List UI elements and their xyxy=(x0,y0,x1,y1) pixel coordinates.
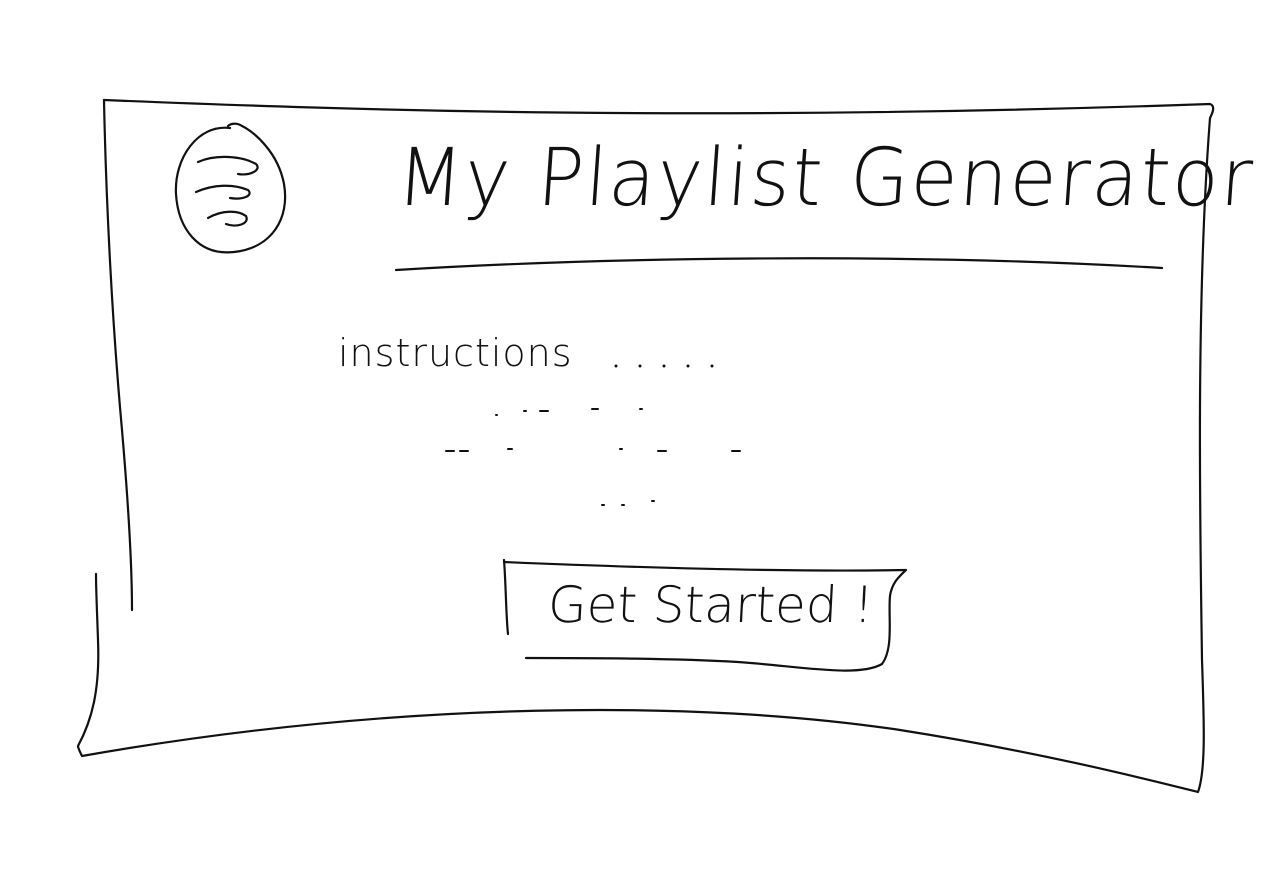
get-started-button-label: Get Started ! xyxy=(546,576,876,634)
instructions-label: instructions xyxy=(338,331,573,375)
title-underline xyxy=(394,257,1164,272)
instructions-placeholder-text xyxy=(445,408,741,506)
app-logo-icon xyxy=(168,118,292,260)
get-started-button[interactable]: Get Started ! xyxy=(498,556,918,678)
page-title: My Playlist Generator xyxy=(393,130,1258,225)
instructions-ellipsis xyxy=(614,364,714,368)
